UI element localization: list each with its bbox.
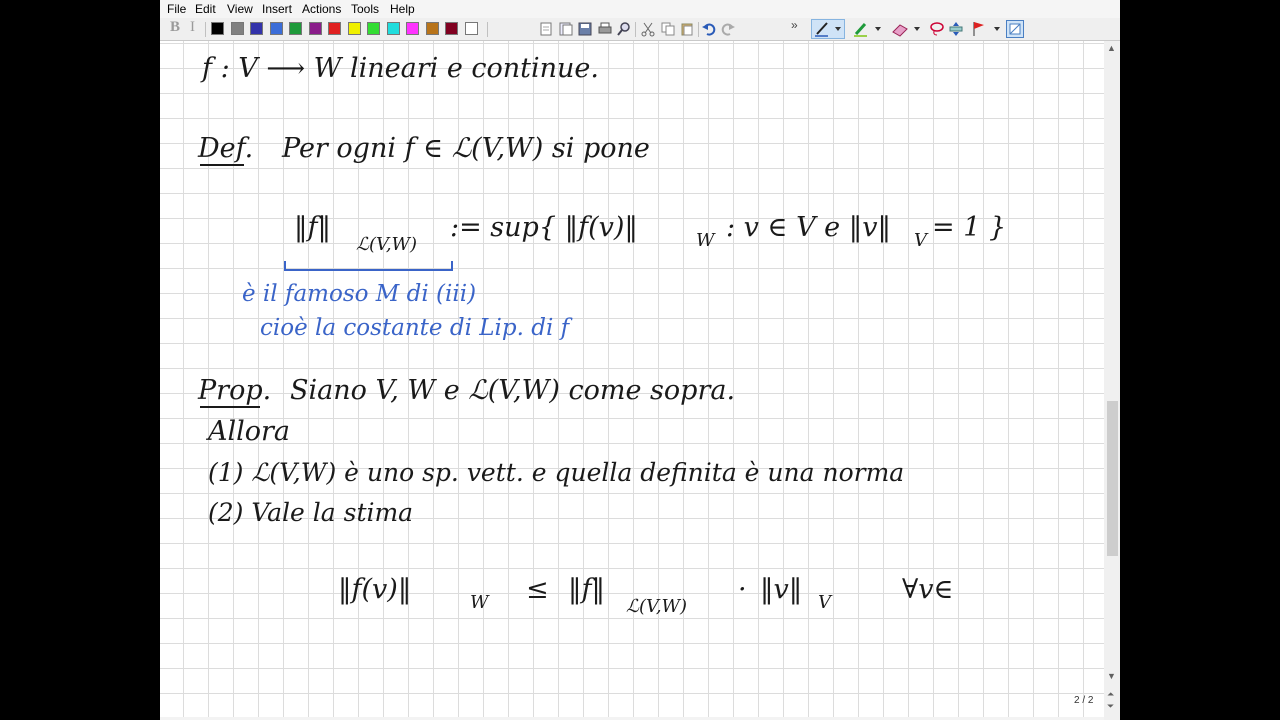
pen-icon[interactable] [811, 19, 845, 39]
norm-definition: := sup{ ‖f(v)‖ [450, 212, 638, 243]
menu-actions[interactable]: Actions [302, 2, 341, 16]
scrollbar-thumb[interactable] [1107, 401, 1118, 556]
inequality-v-subscript: V [818, 592, 833, 613]
inequality-lhs: ‖f(v)‖ [338, 574, 411, 605]
menu-file[interactable]: File [167, 2, 186, 16]
toolbar-separator [205, 22, 206, 37]
item-1: (1) ℒ(V,W) è uno sp. vett. e quella defi… [208, 458, 904, 487]
save-icon[interactable] [577, 21, 593, 37]
next-page-icon[interactable]: ⏷ [1107, 701, 1114, 712]
inequality-rhs: ‖f‖ [568, 574, 605, 605]
item-2: (2) Vale la stima [208, 498, 413, 527]
prop-text: Siano V, W e ℒ(V,W) come sopra. [290, 375, 735, 406]
inequality-forall: ∀v∈ [902, 574, 954, 605]
eraser-icon[interactable] [890, 19, 924, 39]
toolbar-overflow-chevron-icon[interactable]: » [791, 18, 798, 34]
color-swatch-cyan[interactable] [387, 22, 400, 35]
new-page-icon[interactable] [538, 21, 554, 37]
color-swatch-white[interactable] [465, 22, 478, 35]
def-text: Per ogni f ∈ ℒ(V,W) si pone [281, 133, 650, 164]
fullscreen-icon[interactable] [1006, 20, 1024, 38]
color-swatch-green[interactable] [289, 22, 302, 35]
norm-definition-subscript-w: W [696, 230, 716, 251]
zoom-icon[interactable] [616, 21, 632, 37]
toolbar-separator [698, 22, 699, 37]
menu-bar: File Edit View Insert Actions Tools Help [160, 0, 1120, 18]
prop-label: Prop. [197, 375, 271, 406]
color-swatch-red[interactable] [328, 22, 341, 35]
vertical-scrollbar[interactable]: ▲ ▼ ⏶ ⏷ [1104, 41, 1120, 720]
bold-button[interactable]: B [170, 19, 180, 35]
copy-icon[interactable] [660, 21, 676, 37]
color-swatch-gray[interactable] [231, 22, 244, 35]
redo-icon[interactable] [720, 21, 736, 37]
open-icon[interactable] [558, 21, 574, 37]
color-swatch-dark-blue[interactable] [250, 22, 263, 35]
inequality-v-norm: ‖v‖ [760, 574, 802, 605]
norm-definition-end: = 1 } [932, 212, 1006, 243]
color-swatch-light-green[interactable] [367, 22, 380, 35]
note-page[interactable]: f : V ⟶ W lineari e continue. Def. Per o… [160, 41, 1104, 717]
menu-view[interactable]: View [227, 2, 253, 16]
menu-edit[interactable]: Edit [195, 2, 216, 16]
allora-text: Allora [205, 416, 290, 447]
italic-button[interactable]: I [190, 19, 195, 35]
toolbar-separator [487, 22, 488, 37]
inequality-rhs-subscript: ℒ(V,W) [626, 596, 687, 617]
color-swatch-blue[interactable] [270, 22, 283, 35]
norm-lhs-subscript: ℒ(V,W) [356, 234, 417, 255]
def-label: Def. [197, 133, 253, 164]
handwriting-layer: f : V ⟶ W lineari e continue. Def. Per o… [197, 53, 1006, 617]
annotation-line-1: è il famoso M di (iii) [242, 281, 476, 307]
toolbar: B I » [160, 18, 1120, 41]
norm-definition-subscript-v: V [914, 230, 929, 251]
inequality-lhs-subscript: W [470, 592, 490, 613]
previous-page-icon[interactable]: ⏶ [1107, 689, 1114, 700]
journal-app-window: File Edit View Insert Actions Tools Help… [160, 0, 1120, 720]
insert-space-icon[interactable] [948, 21, 964, 37]
inequality-dot: · [738, 574, 747, 605]
line-lineari-continue: f : V ⟶ W lineari e continue. [200, 53, 599, 84]
lasso-icon[interactable] [929, 21, 945, 37]
annotation-bracket [284, 261, 453, 271]
color-swatch-magenta[interactable] [406, 22, 419, 35]
color-swatch-maroon[interactable] [445, 22, 458, 35]
menu-help[interactable]: Help [390, 2, 415, 16]
undo-icon[interactable] [701, 21, 717, 37]
annotation-line-2: cioè la costante di Lip. di f [260, 315, 573, 341]
scroll-down-arrow-icon[interactable]: ▼ [1107, 671, 1116, 681]
paste-icon[interactable] [679, 21, 695, 37]
norm-definition-rest: : v ∈ V e ‖v‖ [726, 212, 891, 243]
flag-icon[interactable] [970, 19, 1004, 39]
menu-insert[interactable]: Insert [262, 2, 292, 16]
color-swatch-orange[interactable] [426, 22, 439, 35]
color-swatch-purple[interactable] [309, 22, 322, 35]
color-swatch-black[interactable] [211, 22, 224, 35]
color-swatch-yellow[interactable] [348, 22, 361, 35]
toolbar-separator [635, 22, 636, 37]
print-icon[interactable] [597, 21, 613, 37]
inequality-leq: ≤ [526, 574, 549, 605]
highlighter-icon[interactable] [851, 19, 885, 39]
norm-lhs: ‖f‖ [294, 212, 331, 243]
scroll-up-arrow-icon[interactable]: ▲ [1107, 43, 1116, 53]
cut-icon[interactable] [640, 21, 656, 37]
page-indicator: 2 / 2 [1074, 695, 1094, 706]
menu-tools[interactable]: Tools [351, 2, 379, 16]
